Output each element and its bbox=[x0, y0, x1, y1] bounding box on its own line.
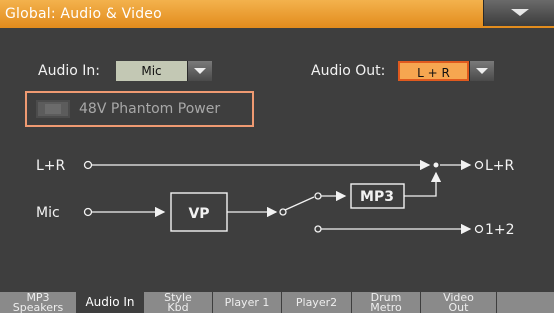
tab-video-out[interactable]: Video Out bbox=[421, 292, 496, 313]
tab-audio-in[interactable]: Audio In bbox=[77, 289, 143, 313]
mp3-to-mix-line bbox=[404, 171, 442, 197]
page-tabs: MP3 Speakers Audio In Style Kbd Player 1 P… bbox=[0, 289, 554, 313]
vp-block-label: VP bbox=[188, 206, 209, 222]
lr-output-label: L+R bbox=[485, 158, 515, 174]
mic-input-node bbox=[83, 207, 93, 217]
tab-style-kbd[interactable]: Style Kbd bbox=[144, 292, 212, 313]
lr-input-label: L+R bbox=[36, 158, 66, 174]
tab-player-1[interactable]: Player 1 bbox=[213, 292, 281, 313]
mp3-block-label: MP3 bbox=[360, 189, 394, 205]
mix-junction-node bbox=[433, 162, 439, 168]
tab-mp3-speakers[interactable]: MP3 Speakers bbox=[0, 292, 76, 313]
signal-routing-diagram: L+R L+R Mic VP MP3 1+2 bbox=[36, 158, 515, 238]
lr-input-node bbox=[83, 160, 93, 170]
out12-output-node bbox=[474, 224, 484, 234]
lr-output-node bbox=[474, 160, 484, 170]
tab-player-2[interactable]: Player2 bbox=[282, 292, 351, 313]
tab-bar-filler bbox=[497, 292, 554, 313]
global-audio-video-screen: Global: Audio & Video Audio In: Mic Audi… bbox=[0, 0, 554, 313]
mic-input-label: Mic bbox=[36, 205, 60, 221]
switch-lever bbox=[284, 196, 315, 211]
tab-drum-metro[interactable]: Drum Metro bbox=[352, 292, 420, 313]
switch-mp3-contact bbox=[314, 192, 322, 200]
switch-out12-contact bbox=[314, 225, 322, 233]
out12-output-label: 1+2 bbox=[485, 222, 515, 238]
